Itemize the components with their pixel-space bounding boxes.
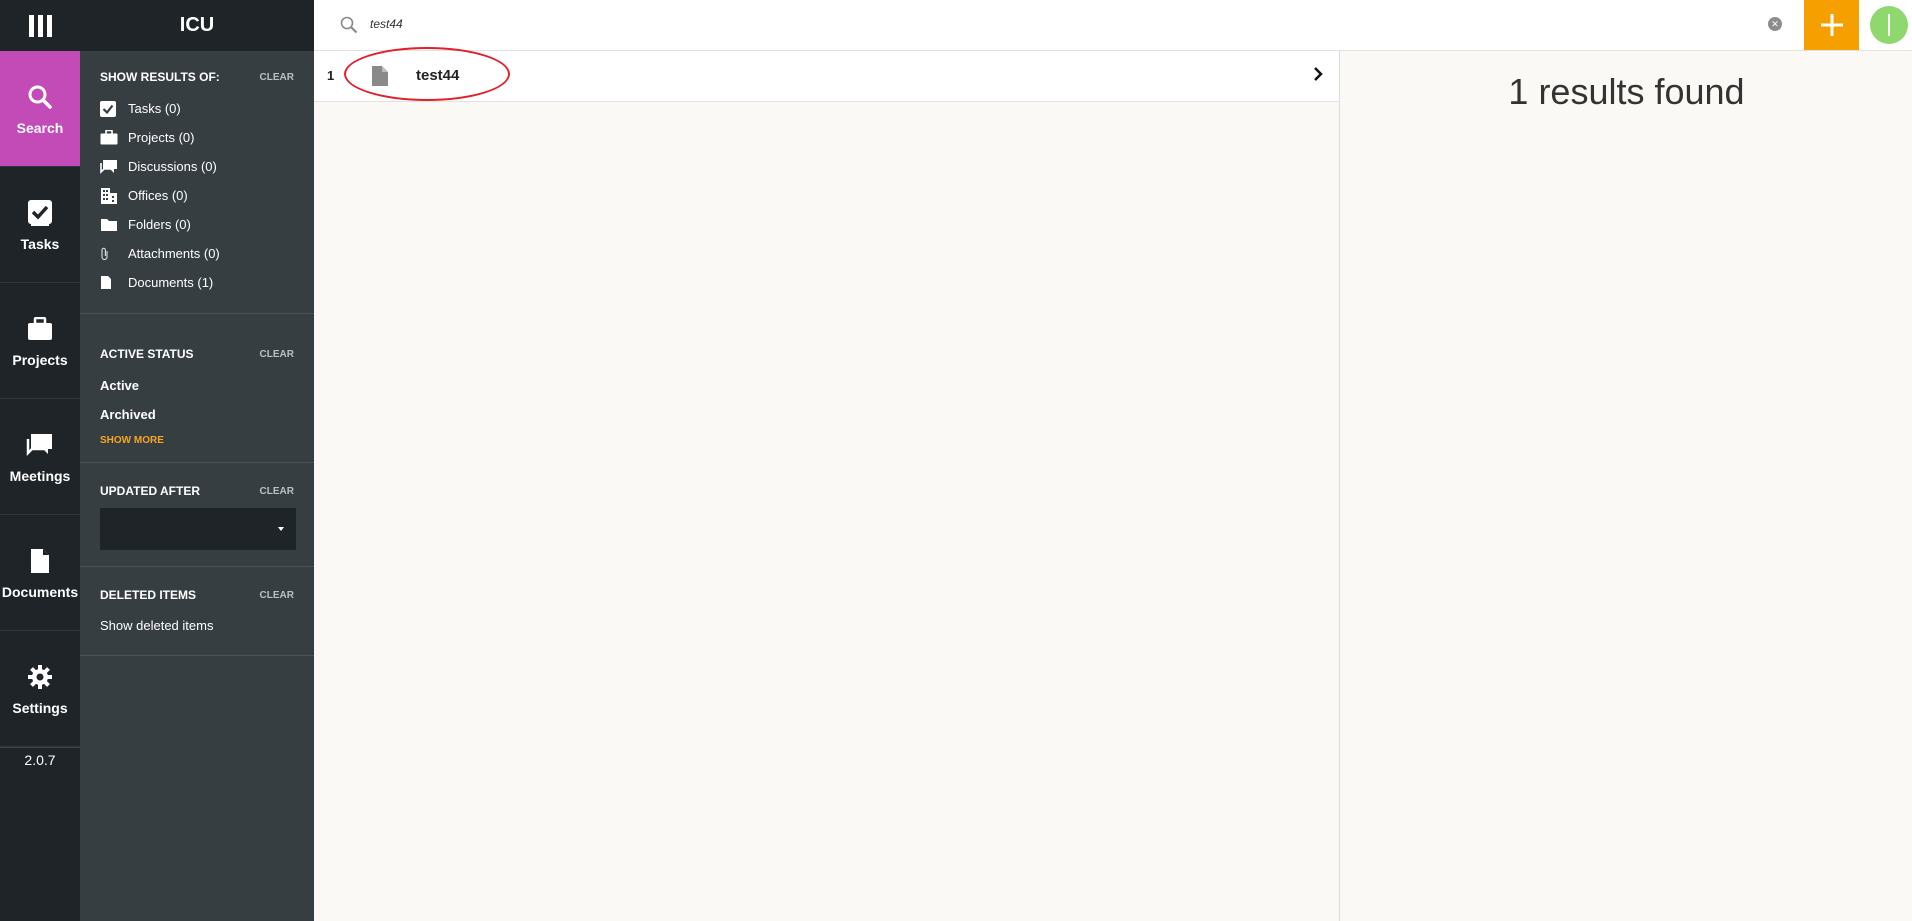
chevron-right-icon	[1313, 66, 1323, 87]
show-more-link[interactable]: SHOW MORE	[100, 435, 294, 446]
clear-button[interactable]: CLEAR	[260, 486, 294, 497]
document-icon	[372, 66, 388, 91]
filter-label: Tasks (0)	[128, 101, 181, 116]
filter-documents[interactable]: Documents (1)	[100, 268, 294, 297]
filter-results-of: SHOW RESULTS OF: CLEAR Tasks (0) Project…	[80, 51, 314, 314]
menu-toggle[interactable]	[0, 0, 80, 51]
filter-heading: ACTIVE STATUS	[100, 347, 194, 361]
nav-label: Settings	[12, 699, 68, 716]
briefcase-icon	[25, 314, 55, 344]
check-icon	[25, 198, 55, 228]
result-title: test44	[416, 67, 460, 84]
chevron-down-icon	[278, 527, 284, 531]
nav-label: Projects	[12, 351, 68, 368]
nav-item-documents[interactable]: Documents	[0, 515, 80, 631]
document-icon	[100, 275, 122, 291]
clear-button[interactable]: CLEAR	[260, 349, 294, 360]
building-icon	[100, 188, 122, 204]
nav-item-projects[interactable]: Projects	[0, 283, 80, 399]
paperclip-icon	[100, 246, 122, 262]
add-button[interactable]	[1804, 0, 1859, 50]
results-count: 1 results found	[1508, 71, 1745, 112]
checkbox-icon	[100, 100, 122, 117]
list-item[interactable]: 1 test44	[314, 47, 1339, 102]
filter-label: Discussions (0)	[128, 159, 217, 174]
status-archived[interactable]: Archived	[100, 400, 294, 429]
filter-label: Projects (0)	[128, 130, 195, 145]
filter-heading: SHOW RESULTS OF:	[100, 70, 220, 84]
result-index: 1	[327, 68, 335, 83]
filter-attachments[interactable]: Attachments (0)	[100, 239, 294, 268]
filter-label: Documents (1)	[128, 275, 214, 290]
filter-label: Attachments (0)	[128, 246, 220, 261]
app-version: 2.0.7	[0, 747, 80, 772]
filter-label: Folders (0)	[128, 217, 191, 232]
filter-sidebar: SHOW RESULTS OF: CLEAR Tasks (0) Project…	[80, 51, 314, 921]
filter-tasks[interactable]: Tasks (0)	[100, 94, 294, 123]
filter-offices[interactable]: Offices (0)	[100, 181, 294, 210]
filter-projects[interactable]: Projects (0)	[100, 123, 294, 152]
chat-icon	[100, 159, 122, 175]
filter-discussions[interactable]: Discussions (0)	[100, 152, 294, 181]
briefcase-icon	[100, 130, 122, 146]
chat-icon	[25, 430, 55, 460]
document-icon	[25, 546, 55, 576]
show-deleted-link[interactable]: Show deleted items	[100, 618, 294, 633]
filter-label: Offices (0)	[128, 188, 188, 203]
nav-item-tasks[interactable]: Tasks	[0, 167, 80, 283]
updated-after-select[interactable]	[100, 508, 296, 550]
results-list: 1 test44	[314, 47, 1340, 921]
filter-updated-after: UPDATED AFTER CLEAR	[80, 463, 314, 567]
search-input[interactable]	[370, 12, 1470, 36]
nav-label: Documents	[1, 583, 79, 600]
nav-label: Meetings	[9, 467, 71, 484]
nav-item-meetings[interactable]: Meetings	[0, 399, 80, 515]
clear-button[interactable]: CLEAR	[260, 590, 294, 601]
search-icon	[340, 16, 358, 39]
nav-label: Search	[16, 119, 64, 136]
status-active[interactable]: Active	[100, 371, 294, 400]
detail-pane: 1 results found	[1341, 51, 1912, 921]
folder-icon	[100, 217, 122, 233]
search-icon	[25, 82, 55, 112]
nav-rail: Search Tasks Projects Meetings Documents…	[0, 0, 80, 921]
menu-icon	[28, 14, 52, 37]
search-bar: ✕	[314, 0, 1912, 51]
clear-search-icon[interactable]: ✕	[1768, 17, 1782, 31]
filter-heading: UPDATED AFTER	[100, 484, 200, 498]
filter-folders[interactable]: Folders (0)	[100, 210, 294, 239]
clear-button[interactable]: CLEAR	[260, 72, 294, 83]
gear-icon	[25, 662, 55, 692]
avatar[interactable]	[1870, 6, 1908, 44]
nav-label: Tasks	[20, 235, 60, 252]
nav-item-search[interactable]: Search	[0, 51, 80, 167]
filter-heading: DELETED ITEMS	[100, 588, 197, 602]
nav-item-settings[interactable]: Settings	[0, 631, 80, 747]
filter-active-status: ACTIVE STATUS CLEAR Active Archived SHOW…	[80, 314, 314, 463]
app-title: ICU	[80, 0, 314, 51]
filter-deleted-items: DELETED ITEMS CLEAR Show deleted items	[80, 567, 314, 656]
